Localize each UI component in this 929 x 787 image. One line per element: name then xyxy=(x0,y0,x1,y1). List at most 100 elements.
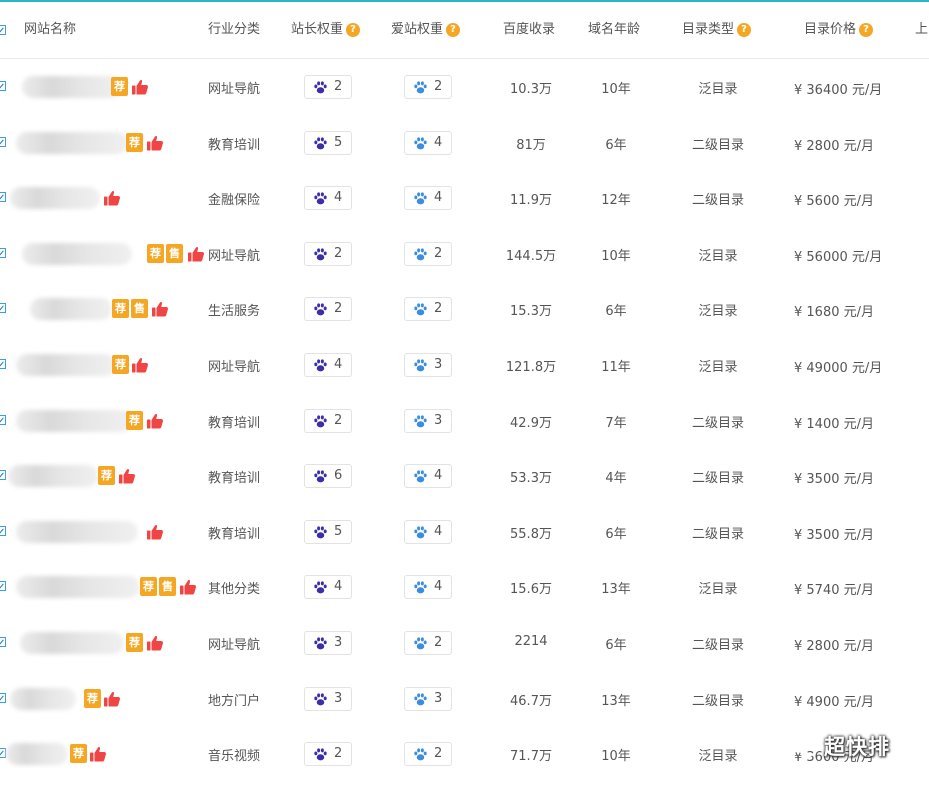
col-header-category[interactable]: 行业分类 xyxy=(208,2,260,58)
paw-icon xyxy=(314,303,327,316)
watermark: 超快排 xyxy=(788,731,890,761)
sale-badge: 售 xyxy=(166,244,183,263)
paw-icon xyxy=(414,81,427,94)
baidu-index-cell: 53.3万 xyxy=(510,471,552,486)
zz-weight-badge: 5 xyxy=(304,131,352,155)
baidu-index-cell: 55.8万 xyxy=(510,527,552,542)
table-row[interactable]: 荐 网址导航 2 2 10.3万 10年 泛目录 ¥ 36400 元/月 xyxy=(0,59,929,115)
zz-weight-badge: 4 xyxy=(304,186,352,210)
help-icon[interactable]: ? xyxy=(346,23,361,37)
thumbs-up-badge xyxy=(131,356,149,374)
dir-price-cell: ¥ 4900 元/月 xyxy=(794,695,874,710)
col-header-zz-weight-label: 站长权重 xyxy=(291,22,344,37)
category-cell: 生活服务 xyxy=(208,304,261,319)
dir-price-cell: ¥ 3500 元/月 xyxy=(794,472,874,487)
row-checkbox[interactable] xyxy=(0,526,6,536)
paw-icon xyxy=(414,581,427,594)
col-header-name[interactable]: 网站名称 xyxy=(24,2,76,58)
row-checkbox[interactable] xyxy=(0,81,6,91)
table-row[interactable]: 荐 网址导航 3 2 2214 6年 二级目录 ¥ 2800 元/月 xyxy=(0,615,929,671)
row-checkbox[interactable] xyxy=(0,415,6,425)
paw-icon xyxy=(414,192,427,205)
table-row[interactable]: 荐 教育培训 2 3 42.9万 7年 二级目录 ¥ 1400 元/月 xyxy=(0,393,929,449)
col-header-zz-weight[interactable]: 站长权重? xyxy=(291,2,361,58)
paw-icon xyxy=(414,748,427,761)
az-weight-badge: 4 xyxy=(404,186,452,210)
site-name-redacted[interactable] xyxy=(8,465,98,487)
site-name-redacted[interactable] xyxy=(16,132,128,154)
az-weight-badge: 3 xyxy=(404,353,452,377)
col-header-az-weight[interactable]: 爱站权重? xyxy=(391,2,461,58)
domain-age-cell: 4年 xyxy=(605,471,627,486)
zz-weight-value: 4 xyxy=(334,357,343,372)
site-name-redacted[interactable] xyxy=(22,243,132,265)
table-row[interactable]: 教育培训 5 4 55.8万 6年 二级目录 ¥ 3500 元/月 xyxy=(0,504,929,560)
col-header-baidu-index[interactable]: 百度收录 xyxy=(503,2,555,58)
row-checkbox[interactable] xyxy=(0,637,6,647)
table-row[interactable]: 荐 教育培训 6 4 53.3万 4年 二级目录 ¥ 3500 元/月 xyxy=(0,448,929,504)
site-name-redacted[interactable] xyxy=(10,187,100,209)
row-checkbox[interactable] xyxy=(0,192,6,202)
dir-price-cell: ¥ 1400 元/月 xyxy=(794,417,874,432)
row-checkbox[interactable] xyxy=(0,693,6,703)
col-header-extra[interactable]: 上 xyxy=(915,2,928,58)
site-name-redacted[interactable] xyxy=(30,298,112,320)
thumbs-up-badge xyxy=(89,745,107,763)
paw-icon xyxy=(314,415,327,428)
az-weight-badge: 3 xyxy=(404,409,452,433)
row-checkbox[interactable] xyxy=(0,248,6,258)
select-all-checkbox[interactable] xyxy=(0,25,6,35)
table-row[interactable]: 荐售 其他分类 4 4 15.6万 13年 泛目录 ¥ 5740 元/月 xyxy=(0,559,929,615)
table-row[interactable]: 荐 地方门户 3 3 46.7万 13年 二级目录 ¥ 4900 元/月 xyxy=(0,671,929,727)
site-name-redacted[interactable] xyxy=(22,76,122,98)
site-name-redacted[interactable] xyxy=(10,688,76,710)
domain-age-cell: 6年 xyxy=(605,527,627,542)
row-checkbox[interactable] xyxy=(0,137,6,147)
thumbs-up-icon xyxy=(104,191,121,206)
table-header: 网站名称 行业分类 站长权重? 爱站权重? 百度收录 域名年龄 目录类型? 目录… xyxy=(0,2,929,59)
dir-price-cell: ¥ 2800 元/月 xyxy=(794,639,874,654)
baidu-index-cell: 11.9万 xyxy=(510,193,552,208)
zz-weight-value: 5 xyxy=(334,135,343,150)
site-name-redacted[interactable] xyxy=(20,632,124,654)
table-row[interactable]: 荐 网址导航 4 3 121.8万 11年 泛目录 ¥ 49000 元/月 xyxy=(0,337,929,393)
dir-price-cell: ¥ 56000 元/月 xyxy=(794,250,883,265)
row-checkbox[interactable] xyxy=(0,581,6,591)
site-name-redacted[interactable] xyxy=(16,410,132,432)
thumbs-up-icon xyxy=(147,414,164,429)
az-weight-value: 4 xyxy=(434,135,443,150)
help-icon[interactable]: ? xyxy=(737,23,752,37)
thumbs-up-icon xyxy=(90,747,107,762)
row-checkbox[interactable] xyxy=(0,470,6,480)
site-name-redacted[interactable] xyxy=(16,576,140,598)
thumbs-up-badge xyxy=(118,467,136,485)
zz-weight-badge: 5 xyxy=(304,520,352,544)
col-header-dir-price[interactable]: 目录价格? xyxy=(804,2,874,58)
recommend-badge: 荐 xyxy=(98,466,115,485)
row-checkbox[interactable] xyxy=(0,359,6,369)
baidu-index-cell: 10.3万 xyxy=(510,82,552,97)
help-icon[interactable]: ? xyxy=(446,23,461,37)
help-icon[interactable]: ? xyxy=(859,23,874,37)
az-weight-value: 3 xyxy=(434,691,443,706)
table-row[interactable]: 荐 教育培训 5 4 81万 6年 二级目录 ¥ 2800 元/月 xyxy=(0,115,929,171)
thumbs-up-icon xyxy=(188,247,205,262)
recommend-badge: 荐 xyxy=(147,244,164,263)
row-checkbox[interactable] xyxy=(0,303,6,313)
az-weight-badge: 4 xyxy=(404,131,452,155)
dir-type-cell: 泛目录 xyxy=(698,304,738,319)
baidu-index-cell: 71.7万 xyxy=(510,749,552,764)
category-cell: 地方门户 xyxy=(208,694,261,709)
thumbs-up-icon xyxy=(119,469,136,484)
col-header-dir-type[interactable]: 目录类型? xyxy=(682,2,752,58)
sale-badge: 售 xyxy=(131,299,148,318)
table-row[interactable]: 荐售 网址导航 2 2 144.5万 10年 泛目录 ¥ 56000 元/月 xyxy=(0,226,929,282)
site-name-redacted[interactable] xyxy=(16,521,138,543)
paw-icon xyxy=(414,137,427,150)
table-row[interactable]: 金融保险 4 4 11.9万 12年 二级目录 ¥ 5600 元/月 xyxy=(0,170,929,226)
col-header-domain-age[interactable]: 域名年龄 xyxy=(588,2,640,58)
site-name-redacted[interactable] xyxy=(16,354,116,376)
az-weight-value: 2 xyxy=(434,246,443,261)
site-name-redacted[interactable] xyxy=(6,743,68,765)
table-row[interactable]: 荐售 生活服务 2 2 15.3万 6年 泛目录 ¥ 1680 元/月 xyxy=(0,281,929,337)
